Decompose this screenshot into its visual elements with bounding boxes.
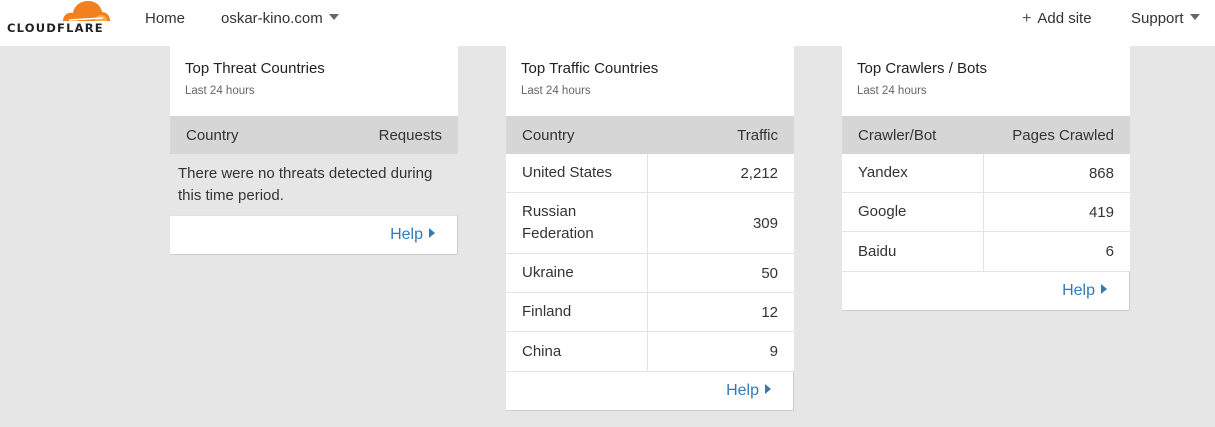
traffic-cell: 2,212 bbox=[740, 164, 778, 182]
domain-label: oskar-kino.com bbox=[221, 10, 323, 27]
table-row: Finland 12 bbox=[506, 293, 794, 332]
traffic-cell: 12 bbox=[761, 303, 778, 321]
table-row: Yandex 868 bbox=[842, 154, 1130, 193]
card-title: Top Traffic Countries bbox=[521, 60, 659, 77]
traffic-cell: 50 bbox=[761, 264, 778, 282]
crawler-cell: Baidu bbox=[842, 232, 984, 271]
pages-crawled-cell: 419 bbox=[1088, 203, 1114, 221]
card-subtitle: Last 24 hours bbox=[521, 85, 591, 97]
crawler-cell: Google bbox=[842, 193, 984, 231]
card-header: Top Threat Countries Last 24 hours bbox=[170, 46, 458, 116]
table-row: Baidu 6 bbox=[842, 232, 1130, 271]
pages-crawled-cell: 6 bbox=[1105, 243, 1114, 260]
traffic-cell: 9 bbox=[769, 343, 778, 360]
help-label: Help bbox=[726, 382, 759, 399]
card-footer: Help bbox=[506, 371, 794, 411]
cloud-icon bbox=[63, 1, 110, 21]
table-header: Crawler/Bot Pages Crawled bbox=[842, 116, 1130, 154]
add-site-label: Add site bbox=[1037, 10, 1092, 27]
nav-home-label: Home bbox=[145, 10, 186, 27]
table-row: Ukraine 50 bbox=[506, 254, 794, 293]
country-cell: China bbox=[506, 332, 648, 371]
column-header-pages-crawled: Pages Crawled bbox=[1012, 126, 1114, 144]
country-cell: Russian Federation bbox=[506, 193, 648, 253]
table-header: Country Requests bbox=[170, 116, 458, 154]
card-subtitle: Last 24 hours bbox=[857, 85, 927, 97]
country-cell: United States bbox=[506, 154, 648, 192]
table-row: United States 2,212 bbox=[506, 154, 794, 193]
help-link[interactable]: Help bbox=[390, 226, 435, 244]
nav-home-link[interactable]: Home bbox=[145, 10, 185, 27]
country-cell: Ukraine bbox=[506, 254, 648, 292]
cloudflare-logo[interactable]: CLOUDFLARE bbox=[7, 0, 111, 40]
column-header-country: Country bbox=[186, 126, 239, 144]
support-label: Support bbox=[1131, 10, 1184, 27]
add-site-button[interactable]: + Add site bbox=[1022, 10, 1092, 28]
column-header-country: Country bbox=[522, 126, 575, 144]
table-row: China 9 bbox=[506, 332, 794, 371]
traffic-countries-card: Top Traffic Countries Last 24 hours Coun… bbox=[506, 46, 794, 411]
column-header-crawler: Crawler/Bot bbox=[858, 126, 937, 144]
help-link[interactable]: Help bbox=[726, 382, 771, 400]
table-header: Country Traffic bbox=[506, 116, 794, 154]
threat-countries-card: Top Threat Countries Last 24 hours Count… bbox=[170, 46, 458, 255]
table-row: Russian Federation 309 bbox=[506, 193, 794, 254]
table-row: Google 419 bbox=[842, 193, 1130, 232]
chevron-down-icon bbox=[1189, 14, 1200, 20]
card-footer: Help bbox=[842, 271, 1130, 311]
country-cell: Finland bbox=[506, 293, 648, 331]
card-title: Top Threat Countries bbox=[185, 60, 325, 77]
caret-right-icon bbox=[1101, 284, 1107, 294]
card-footer: Help bbox=[170, 215, 458, 255]
brand-name: CLOUDFLARE bbox=[7, 21, 104, 35]
help-label: Help bbox=[1062, 282, 1095, 299]
help-link[interactable]: Help bbox=[1062, 282, 1107, 300]
traffic-cell: 309 bbox=[752, 214, 778, 232]
card-header: Top Crawlers / Bots Last 24 hours bbox=[842, 46, 1130, 116]
domain-selector[interactable]: oskar-kino.com bbox=[221, 10, 339, 27]
caret-right-icon bbox=[765, 384, 771, 394]
card-header: Top Traffic Countries Last 24 hours bbox=[506, 46, 794, 116]
crawler-cell: Yandex bbox=[842, 154, 984, 192]
top-nav-bar: CLOUDFLARE Home oskar-kino.com + Add site… bbox=[0, 0, 1215, 46]
crawlers-bots-card: Top Crawlers / Bots Last 24 hours Crawle… bbox=[842, 46, 1130, 311]
plus-icon: + bbox=[1022, 10, 1032, 27]
support-menu[interactable]: Support bbox=[1131, 10, 1200, 27]
caret-right-icon bbox=[429, 228, 435, 238]
card-subtitle: Last 24 hours bbox=[185, 85, 255, 97]
column-header-traffic: Traffic bbox=[737, 126, 778, 144]
help-label: Help bbox=[390, 226, 423, 243]
empty-state-message: There were no threats detected during th… bbox=[170, 154, 458, 215]
chevron-down-icon bbox=[328, 14, 339, 20]
column-header-requests: Requests bbox=[378, 126, 442, 144]
card-title: Top Crawlers / Bots bbox=[857, 60, 988, 77]
pages-crawled-cell: 868 bbox=[1088, 164, 1114, 182]
